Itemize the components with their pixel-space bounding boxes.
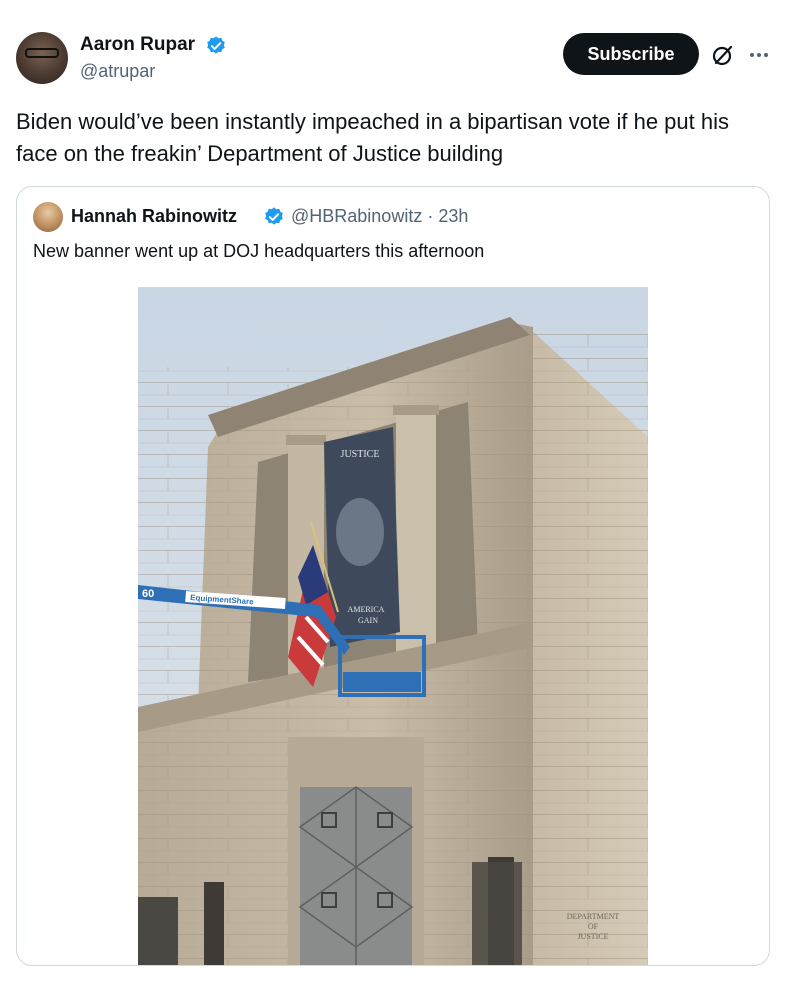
lift-number: 60 <box>142 588 154 600</box>
more-icon[interactable] <box>746 42 772 68</box>
quoted-tweet[interactable]: Hannah Rabinowitz @HBRabinowitz · 23h Ne… <box>16 186 770 966</box>
avatar-glasses <box>25 48 59 58</box>
grok-icon[interactable] <box>710 42 736 68</box>
author-handle[interactable]: @atrupar <box>80 61 155 82</box>
quoted-author-name[interactable]: Hannah Rabinowitz <box>71 206 237 227</box>
engraving-line-1: DEPARTMENT <box>567 912 620 921</box>
column-right <box>396 412 436 657</box>
banner-bottom-text-1: AMERICA <box>348 605 385 614</box>
engraving-line-3: JUSTICE <box>577 932 608 941</box>
lamp-right <box>472 862 522 965</box>
doj-building-photo[interactable]: JUSTICE AMERICA GAIN 60 EquipmentShare D… <box>138 287 648 966</box>
tweet-text: Biden would’ve been instantly impeached … <box>16 109 730 166</box>
verified-badge-icon <box>265 207 283 225</box>
quoted-tweet-text: New banner went up at DOJ headquarters t… <box>33 241 485 261</box>
engraving-line-2: OF <box>588 922 599 931</box>
banner-bottom-text-2: GAIN <box>358 616 378 625</box>
subscribe-button[interactable]: Subscribe <box>563 33 699 75</box>
quoted-author-avatar[interactable] <box>33 202 63 232</box>
lamp-left <box>138 897 178 965</box>
author-name[interactable]: Aaron Rupar <box>80 34 195 56</box>
banner-top-text: JUSTICE <box>341 449 380 460</box>
verified-badge-icon <box>207 36 225 54</box>
author-avatar[interactable] <box>16 32 68 84</box>
banner-portrait <box>336 498 384 566</box>
quoted-author-handle[interactable]: @HBRabinowitz · 23h <box>291 206 468 227</box>
window-left <box>204 882 224 965</box>
